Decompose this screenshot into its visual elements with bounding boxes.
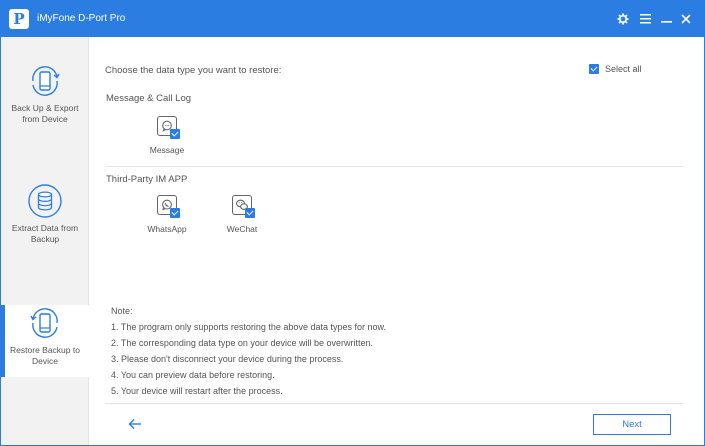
- label-line: from Device: [22, 114, 68, 124]
- divider: [105, 403, 683, 404]
- divider: [105, 166, 683, 167]
- arrow-left-icon: [128, 419, 141, 429]
- data-type-message[interactable]: Message: [142, 116, 192, 164]
- phone-backup-icon: [32, 66, 60, 96]
- data-type-label: WeChat: [226, 224, 258, 234]
- title-bar: P iMyFone D-Port Pro: [1, 1, 704, 37]
- sidebar-item-restore-backup[interactable]: Restore Backup to Device: [1, 305, 89, 377]
- gear-icon[interactable]: [615, 10, 631, 28]
- section-title: Third-Party IM APP: [106, 174, 188, 185]
- main-panel: Choose the data type you want to restore…: [90, 37, 704, 445]
- app-window: P iMyFone D-Port Pro Back Up & Export fr…: [0, 0, 705, 446]
- sidebar-item-label: Restore Backup to Device: [3, 345, 87, 367]
- sidebar-item-extract-data[interactable]: Extract Data from Backup: [1, 183, 89, 255]
- app-title: iMyFone D-Port Pro: [37, 13, 126, 24]
- note-item: 3. Please don't disconnect your device d…: [111, 354, 344, 364]
- app-logo: P: [9, 9, 29, 29]
- label-line: Device: [32, 356, 58, 366]
- prompt-text: Choose the data type you want to restore…: [105, 65, 282, 76]
- label-line: Back Up & Export: [11, 103, 79, 113]
- data-type-label: WhatsApp: [147, 224, 187, 234]
- back-button[interactable]: [128, 417, 142, 433]
- checkbox-checked-icon[interactable]: [170, 129, 180, 139]
- label-line: Restore Backup to: [10, 345, 80, 355]
- sidebar-item-label: Back Up & Export from Device: [3, 103, 87, 125]
- note-title: Note:: [111, 306, 133, 316]
- checkbox-checked-icon[interactable]: [589, 64, 599, 74]
- section-title: Message & Call Log: [106, 93, 192, 104]
- data-type-whatsapp[interactable]: WhatsApp: [142, 195, 192, 243]
- select-all-label: Select all: [605, 64, 642, 74]
- minimize-icon[interactable]: [658, 10, 674, 28]
- label-line: Backup: [30, 234, 60, 244]
- note-item: 2. The corresponding data type on your d…: [111, 338, 373, 348]
- menu-icon[interactable]: [637, 10, 653, 28]
- database-icon: [28, 184, 62, 218]
- data-type-label: Message: [149, 145, 185, 155]
- note-item: 4. You can preview data before restoring…: [111, 370, 275, 380]
- close-icon[interactable]: [678, 10, 694, 28]
- note-item: 5. Your device will restart after the pr…: [111, 386, 283, 396]
- next-button[interactable]: Next: [593, 414, 671, 435]
- data-type-wechat[interactable]: WeChat: [217, 195, 267, 243]
- sidebar-item-label: Extract Data from Backup: [3, 223, 87, 245]
- select-all-checkbox[interactable]: Select all: [589, 64, 642, 74]
- label-line: Extract Data from: [11, 223, 79, 233]
- phone-restore-icon: [30, 308, 58, 338]
- sidebar-item-backup-export[interactable]: Back Up & Export from Device: [1, 63, 89, 135]
- checkbox-checked-icon[interactable]: [170, 208, 180, 218]
- note-item: 1. The program only supports restoring t…: [111, 322, 386, 332]
- checkbox-checked-icon[interactable]: [245, 208, 255, 218]
- sidebar: Back Up & Export from Device Extract Dat…: [1, 37, 89, 445]
